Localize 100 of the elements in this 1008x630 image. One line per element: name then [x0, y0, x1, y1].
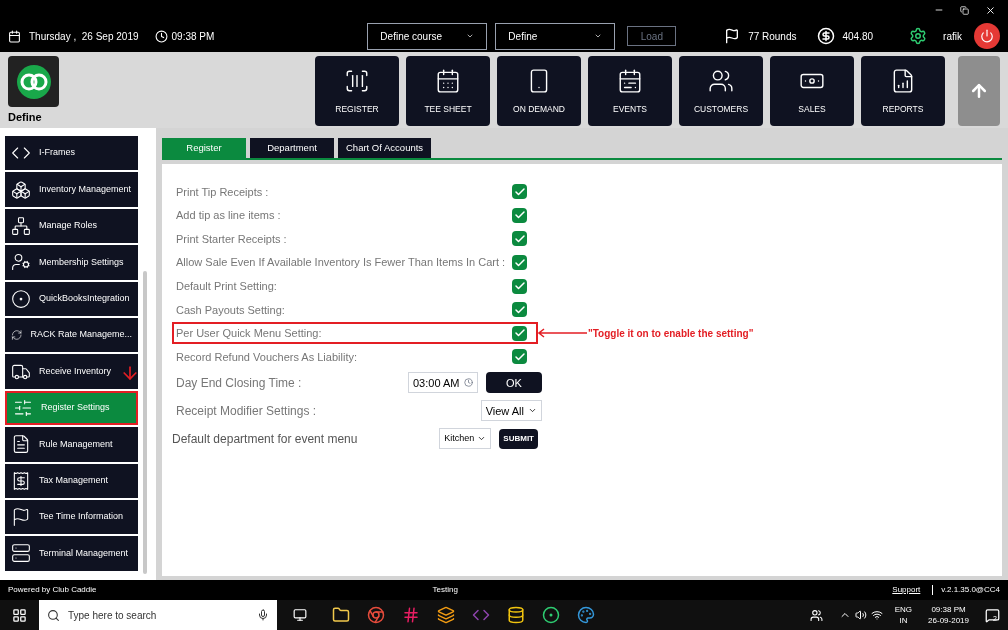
windows-icon[interactable]	[12, 607, 27, 623]
microphone-icon	[257, 609, 269, 621]
dollar-icon	[816, 27, 835, 45]
message-icon	[985, 607, 1000, 623]
checkbox[interactable]	[512, 184, 527, 200]
support-link[interactable]: Support	[892, 584, 921, 596]
setting-label: Default Print Setting:	[176, 278, 277, 294]
nav-button[interactable]: ON DEMAND	[497, 56, 581, 126]
dropdown[interactable]: View All	[480, 400, 542, 422]
setting-label: Print Tip Receipts :	[176, 184, 269, 200]
sidebar-item[interactable]: QuickBooksIntegration	[5, 281, 138, 316]
app-icon[interactable]	[437, 606, 455, 624]
nav-button[interactable]: TEE SHEET	[406, 56, 490, 126]
network-icon[interactable]	[870, 609, 883, 621]
caret-icon	[594, 32, 603, 40]
close-icon[interactable]	[985, 4, 996, 16]
task-view-icon[interactable]	[293, 608, 307, 622]
sidebar-item[interactable]: Tax Management	[5, 463, 138, 498]
sidebar-item[interactable]: Terminal Management	[5, 536, 138, 571]
course-dropdown[interactable]: Define course	[367, 22, 488, 50]
setting-label: Per User Quick Menu Setting:	[176, 326, 322, 342]
check-icon	[513, 185, 526, 198]
tab[interactable]: Chart Of Accounts	[338, 138, 432, 158]
search-icon	[47, 608, 60, 622]
sidebar-item[interactable]: Inventory Management	[5, 172, 138, 207]
dropdown[interactable]: Kitchen	[439, 428, 492, 450]
nav-button[interactable]: SALES	[770, 56, 854, 126]
setting-label: Receipt Modifier Settings :	[176, 402, 317, 420]
sidebar-item[interactable]: I-Frames	[5, 136, 138, 171]
folder-icon[interactable]	[332, 606, 350, 624]
server-icon	[11, 543, 31, 564]
sidebar-item[interactable]: Manage Roles	[5, 208, 138, 244]
date-text: Thursday , 26 Sep 2019	[29, 29, 139, 44]
nav-button[interactable]: CUSTOMERS	[679, 56, 763, 126]
checkbox[interactable]	[512, 231, 527, 247]
palette-icon[interactable]	[577, 606, 595, 624]
checkbox[interactable]	[512, 278, 527, 294]
ok-button[interactable]: OK	[486, 372, 542, 394]
hash-icon[interactable]	[402, 606, 420, 624]
user-name: rafik	[943, 29, 962, 44]
browser-icon[interactable]	[367, 606, 385, 624]
calendar-icon	[8, 29, 21, 43]
time-field[interactable]: 03:00 AM	[408, 372, 478, 394]
scroll-up-button[interactable]	[958, 56, 1000, 126]
check-icon	[513, 350, 526, 363]
sidebar-item[interactable]: Receive Inventory	[5, 354, 138, 389]
nav-button[interactable]: REGISTER	[315, 56, 399, 126]
clock-time[interactable]: 09:38 PM	[931, 604, 966, 615]
search-field[interactable]: Type here to search	[39, 600, 277, 630]
sidebar-item[interactable]: RACK Rate Manageme...	[5, 317, 138, 353]
tab[interactable]: Department	[250, 138, 334, 158]
boxes-icon	[11, 179, 31, 200]
version-text: v.2.1.35.0@CC4	[941, 584, 1000, 596]
checkbox[interactable]	[512, 325, 527, 341]
settings-icon[interactable]	[909, 27, 928, 45]
setting-label: Cash Payouts Setting:	[176, 302, 285, 318]
clock-icon	[464, 378, 473, 388]
rounds-text: 77 Rounds	[748, 29, 797, 44]
caret-icon	[466, 32, 475, 40]
checkbox[interactable]	[512, 349, 527, 365]
checkbox[interactable]	[512, 255, 527, 271]
submit-button[interactable]: SUBMIT	[499, 428, 538, 449]
check-icon	[513, 256, 526, 269]
brand-name: Define	[8, 110, 43, 125]
time-text: 09:38 PM	[171, 29, 215, 44]
region-text: IN	[899, 615, 908, 626]
user-gear-icon	[11, 252, 31, 273]
language-text[interactable]: ENG	[894, 604, 913, 615]
check-icon	[513, 303, 526, 316]
sidebar-item[interactable]: Tee Time Information	[5, 499, 138, 535]
volume-icon[interactable]	[854, 609, 867, 621]
sidebar-item[interactable]: Rule Management	[5, 427, 138, 462]
setting-label: Add tip as line items :	[176, 208, 281, 224]
people-icon[interactable]	[809, 608, 823, 622]
setting-label: Record Refund Vouchers As Liability:	[176, 349, 357, 365]
clock-icon	[154, 29, 168, 43]
power-button[interactable]	[974, 23, 1000, 49]
hierarchy-icon	[11, 215, 31, 236]
load-button[interactable]: Load	[627, 26, 677, 46]
restore-icon[interactable]	[960, 5, 969, 15]
setting-label: Print Starter Receipts :	[176, 231, 287, 247]
sidebar-item[interactable]: Register Settings	[5, 390, 138, 426]
nav-button[interactable]: EVENTS	[588, 56, 672, 126]
powered-by-text: Powered by Club Caddie	[8, 584, 97, 596]
annotation-text: "Toggle it on to enable the setting"	[588, 326, 754, 341]
receipt-icon	[11, 470, 31, 491]
logo-icon	[8, 56, 59, 107]
document-icon	[11, 434, 31, 455]
golf-flag-icon	[724, 28, 741, 44]
setting-label: Default department for event menu	[172, 430, 358, 448]
calendar-icon	[435, 68, 461, 95]
setting-label: Allow Sale Even If Available Inventory Is Fewer Than Items In Cart :	[176, 255, 506, 271]
database-icon[interactable]	[507, 606, 525, 624]
define-dropdown[interactable]: Define	[495, 22, 616, 50]
clock-date: 26-09-2019	[928, 615, 969, 626]
sidebar-item[interactable]: Membership Settings	[5, 245, 138, 280]
checkbox[interactable]	[512, 207, 527, 223]
nav-button[interactable]: REPORTS	[861, 56, 945, 126]
checkbox[interactable]	[512, 302, 527, 318]
tab[interactable]: Register	[162, 138, 246, 158]
